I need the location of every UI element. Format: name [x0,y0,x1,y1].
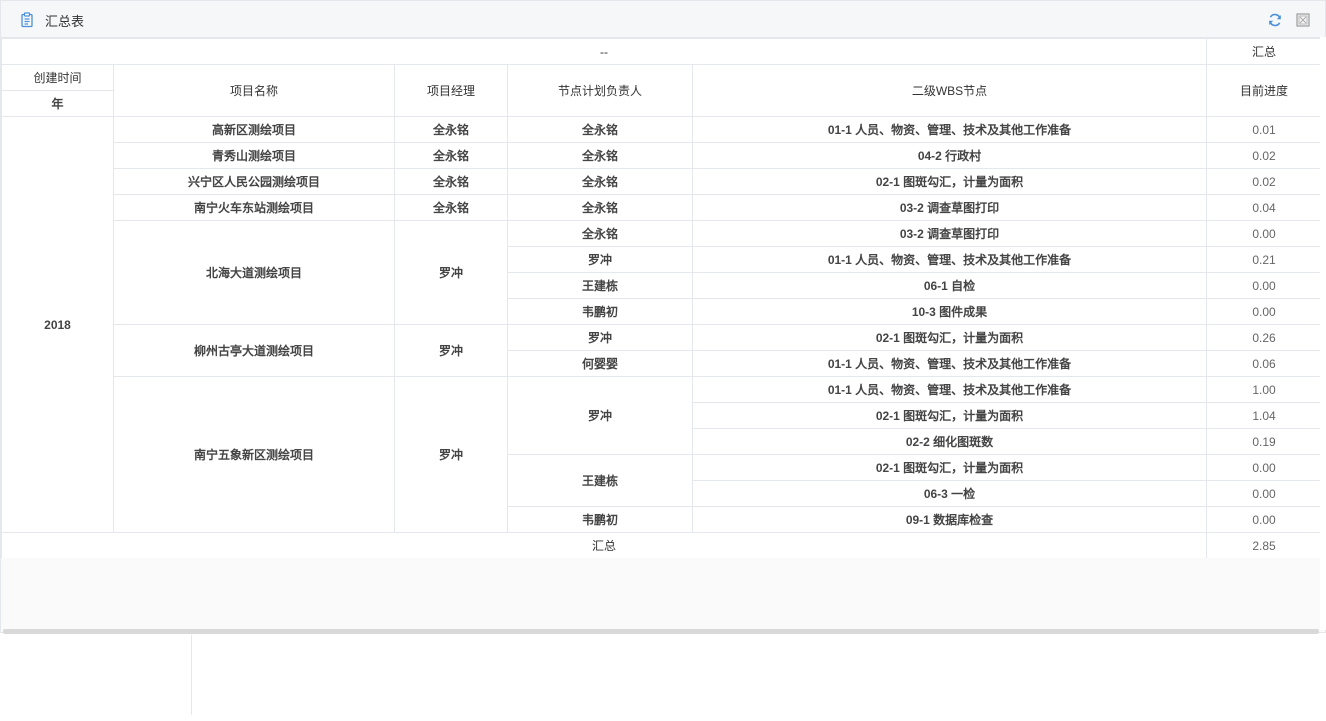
progress-cell: 0.00 [1206,272,1323,299]
table-row: 南宁火车东站测绘项目 全永铭 全永铭 03-2 调查草图打印 0.04 [2,194,1323,221]
progress-cell: 0.00 [1206,506,1323,533]
progress-cell: 1.00 [1206,376,1323,403]
wbs-node-cell: 01-1 人员、物资、管理、技术及其他工作准备 [691,116,1208,143]
progress-cell: 0.21 [1206,246,1323,273]
summary-table: -- 汇总 创建时间 项目名称 项目经理 节点计划负责人 二级WBS节点 目前进… [0,38,1323,559]
refresh-icon[interactable] [1267,12,1283,28]
summary-panel: 汇总表 -- 汇总 创建时间 项目名称 项目经理 节点计划负责人 二级WBS节点… [0,0,1326,634]
table-row: 青秀山测绘项目 全永铭 全永铭 04-2 行政村 0.02 [2,142,1323,169]
wbs-node-cell: 03-2 调查草图打印 [691,220,1208,247]
project-name-cell: 兴宁区人民公园测绘项目 [113,168,395,195]
project-manager-cell: 罗冲 [394,324,508,377]
progress-cell: 0.04 [1206,194,1323,221]
table-row: 南宁五象新区测绘项目 罗冲 罗冲 01-1 人员、物资、管理、技术及其他工作准备 1.0… [2,376,1323,533]
node-owner-cell: 何婴婴 [507,350,693,377]
wbs-node-cell: 02-1 图斑勾汇，计量为面积 [691,454,1208,481]
node-owner-cell: 罗冲 [507,324,693,351]
wbs-node-cell: 06-3 一检 [691,480,1208,507]
table-empty-area [1,558,1321,630]
project-manager-cell: 全永铭 [394,116,508,143]
project-manager-cell: 罗冲 [394,376,508,533]
progress-cell: 0.02 [1206,168,1323,195]
wbs-node-cell: 01-1 人员、物资、管理、技术及其他工作准备 [691,350,1208,377]
node-owner-cell: 王建栋 [507,272,693,299]
table-row: 北海大道测绘项目 罗冲 全永铭 03-2 调查草图打印 0.00 [2,220,1323,325]
project-name-cell: 柳州古亭大道测绘项目 [113,324,395,377]
total-label: 汇总 [0,532,1208,559]
project-name-cell: 南宁火车东站测绘项目 [113,194,395,221]
panel-title: 汇总表 [45,14,85,29]
progress-cell: 0.00 [1206,480,1323,507]
node-owner-cell: 罗冲 [507,246,693,273]
progress-cell: 0.06 [1206,350,1323,377]
project-name-cell: 南宁五象新区测绘项目 [113,376,395,533]
progress-cell: 0.01 [1206,116,1323,143]
table-header-row: 创建时间 项目名称 项目经理 节点计划负责人 二级WBS节点 目前进度 [1,64,1323,117]
header-project-name[interactable]: 项目名称 [113,64,395,117]
progress-cell: 0.26 [1206,324,1323,351]
progress-cell: 0.00 [1206,220,1323,247]
wbs-node-cell: 09-1 数据库检查 [691,506,1208,533]
project-name-cell: 北海大道测绘项目 [113,220,395,325]
progress-cell: 0.00 [1206,298,1323,325]
node-owner-cell: 王建栋 [507,454,693,507]
progress-cell: 1.04 [1206,402,1323,429]
wbs-node-cell: 03-2 调查草图打印 [691,194,1208,221]
project-manager-cell: 罗冲 [394,220,508,325]
progress-cell: 0.00 [1206,454,1323,481]
total-row: 汇总 2.85 [0,532,1323,559]
project-name-cell: 高新区测绘项目 [113,116,395,143]
node-owner-cell: 韦鹏初 [507,506,693,533]
wbs-node-cell: 06-1 自检 [691,272,1208,299]
page-divider [191,635,192,715]
header-wbs-node[interactable]: 二级WBS节点 [691,64,1208,117]
table-row: 柳州古亭大道测绘项目 罗冲 罗冲 02-1 图斑勾汇，计量为面积 0.26 [2,324,1323,377]
vertical-scrollbar-track[interactable] [1320,37,1326,630]
progress-cell: 0.19 [1206,428,1323,455]
top-header-left: -- [0,38,1208,65]
wbs-node-cell: 10-3 图件成果 [691,298,1208,325]
node-owner-cell: 罗冲 [507,376,693,455]
node-owner-cell: 全永铭 [507,116,693,143]
node-owner-cell: 全永铭 [507,168,693,195]
progress-cell: 0.02 [1206,142,1323,169]
table-top-header-row: -- 汇总 [0,38,1323,65]
top-header-total: 汇总 [1206,38,1323,65]
clipboard-icon [21,12,33,28]
project-name-cell: 青秀山测绘项目 [113,142,395,169]
wbs-node-cell: 02-1 图斑勾汇，计量为面积 [691,402,1208,429]
maximize-icon[interactable] [1295,12,1311,28]
project-manager-cell: 全永铭 [394,168,508,195]
header-progress[interactable]: 目前进度 [1206,64,1323,117]
wbs-node-cell: 01-1 人员、物资、管理、技术及其他工作准备 [691,246,1208,273]
wbs-node-cell: 04-2 行政村 [691,142,1208,169]
wbs-node-cell: 02-1 图斑勾汇，计量为面积 [691,168,1208,195]
node-owner-cell: 韦鹏初 [507,298,693,325]
wbs-node-cell: 02-2 细化图斑数 [691,428,1208,455]
node-owner-cell: 全永铭 [507,220,693,247]
year-cell: 2018 [1,116,114,533]
horizontal-scrollbar[interactable] [3,629,1319,634]
panel-header: 汇总表 [1,1,1325,38]
wbs-node-cell: 01-1 人员、物资、管理、技术及其他工作准备 [691,376,1208,403]
wbs-node-cell: 02-1 图斑勾汇，计量为面积 [691,324,1208,351]
project-manager-cell: 全永铭 [394,194,508,221]
header-created-time[interactable]: 创建时间 [1,64,114,91]
project-manager-cell: 全永铭 [394,142,508,169]
node-owner-cell: 全永铭 [507,142,693,169]
header-project-manager[interactable]: 项目经理 [394,64,508,117]
total-value: 2.85 [1206,532,1323,559]
header-node-owner[interactable]: 节点计划负责人 [507,64,693,117]
header-year[interactable]: 年 [1,90,114,117]
table-row: 2018 高新区测绘项目 全永铭 全永铭 01-1 人员、物资、管理、技术及其他工作准备… [1,116,1323,533]
node-owner-cell: 全永铭 [507,194,693,221]
table-row: 兴宁区人民公园测绘项目 全永铭 全永铭 02-1 图斑勾汇，计量为面积 0.02 [2,168,1323,195]
